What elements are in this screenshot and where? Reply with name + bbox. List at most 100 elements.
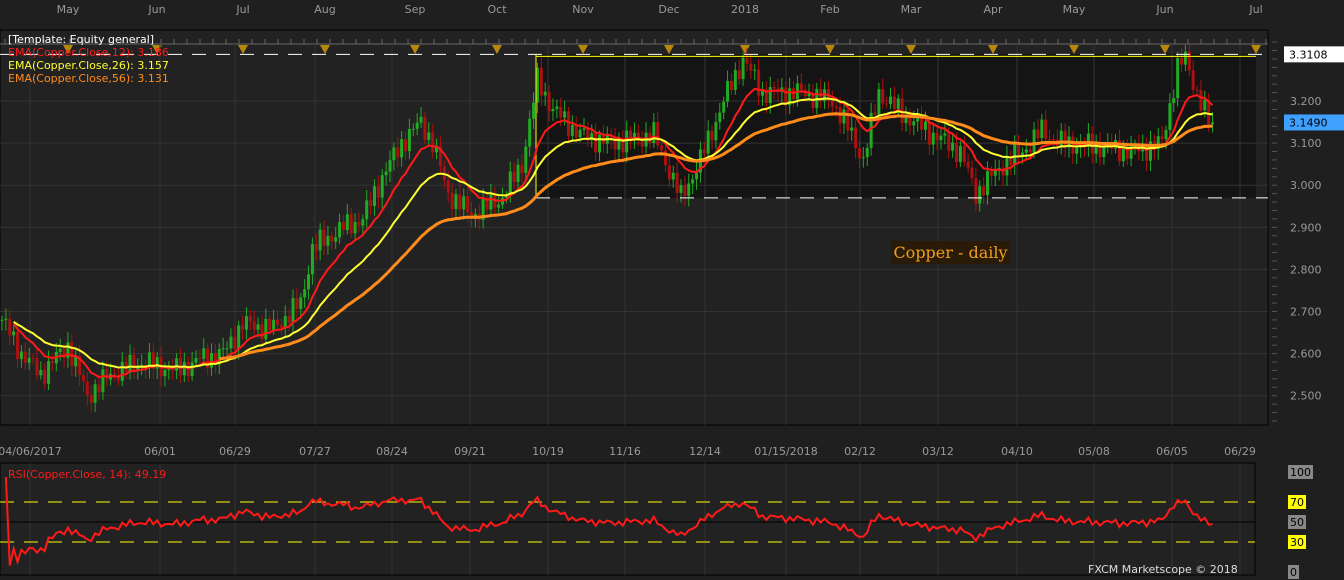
candle-body	[1075, 147, 1079, 154]
candle-body	[718, 112, 722, 123]
legend-ema56[interactable]: EMA(Copper.Close,56): 3.131	[8, 72, 169, 86]
candle-body	[733, 70, 737, 91]
candle-body	[594, 133, 598, 153]
candle-body	[12, 331, 16, 336]
candle-body	[237, 325, 241, 350]
candle-body	[291, 298, 295, 323]
candle-body	[842, 109, 846, 124]
candle-body	[753, 69, 757, 71]
candle-body	[458, 194, 462, 210]
candle-body	[233, 336, 237, 350]
candle-body	[1195, 89, 1199, 91]
candle-body	[466, 196, 470, 213]
legend-ema12[interactable]: EMA(Copper.Close,12): 3.186	[8, 46, 169, 60]
candle-body	[885, 103, 889, 105]
candle-body	[357, 222, 361, 226]
month-label: May	[1063, 3, 1086, 16]
candle-body	[454, 194, 458, 210]
candle-body	[462, 196, 466, 210]
legend-ema26[interactable]: EMA(Copper.Close,26): 3.157	[8, 59, 169, 73]
candle-body	[58, 348, 62, 352]
candle-body	[248, 316, 252, 322]
candle-body	[687, 183, 691, 196]
candle-body	[256, 324, 260, 330]
candle-body	[81, 375, 85, 382]
candle-body	[229, 336, 233, 349]
chart-annotation[interactable]: Copper - daily	[891, 241, 1010, 264]
candle-body	[376, 186, 380, 198]
candle-body	[943, 133, 947, 136]
candle-body	[1028, 149, 1032, 153]
candle-body	[415, 122, 419, 129]
candle-body	[279, 324, 283, 329]
range-box	[536, 54, 1256, 198]
candle-body	[423, 116, 427, 141]
candle-body	[50, 361, 54, 364]
candle-body	[365, 200, 369, 220]
candle-body	[702, 149, 706, 154]
candle-body	[489, 194, 493, 210]
candle-body	[431, 132, 435, 153]
candle-body	[931, 132, 935, 145]
candle-body	[660, 145, 664, 151]
candle-body	[1191, 70, 1195, 90]
legend-rsi[interactable]: RSI(Copper.Close, 14): 49.19	[8, 468, 166, 482]
price-tick-label: 2.600	[1290, 348, 1322, 361]
candle-body	[691, 179, 695, 184]
candle-body	[656, 122, 660, 146]
candle-body	[27, 357, 31, 363]
date-tick-label: 11/16	[609, 445, 641, 458]
candle-body	[326, 235, 330, 246]
candle-body	[93, 384, 97, 403]
candle-body	[128, 354, 132, 373]
candle-body	[563, 111, 567, 118]
candle-body	[497, 204, 501, 208]
candle-body	[512, 171, 516, 183]
date-tick-label: 06/29	[219, 445, 251, 458]
month-label: Dec	[658, 3, 679, 16]
price-tick-label: 2.700	[1290, 306, 1322, 319]
candle-body	[625, 130, 629, 153]
candle-body	[341, 221, 345, 230]
candle-body	[722, 101, 726, 113]
candle-body	[547, 91, 551, 112]
candle-body	[404, 139, 408, 152]
candle-body	[1032, 129, 1036, 153]
month-label: Jul	[1248, 3, 1262, 16]
candle-body	[307, 274, 311, 290]
candle-body	[524, 146, 528, 173]
candle-body	[330, 235, 334, 242]
month-label: 2018	[731, 3, 759, 16]
date-tick-label: 07/27	[299, 445, 331, 458]
candle-body	[39, 370, 43, 376]
candle-body	[923, 121, 927, 130]
candle-body	[982, 186, 986, 196]
candle-body	[877, 89, 881, 115]
candle-body	[303, 289, 307, 298]
candle-body	[31, 357, 35, 359]
date-tick-label: 10/19	[532, 445, 564, 458]
candle-body	[372, 186, 376, 206]
date-tick-label: 06/05	[1156, 445, 1188, 458]
candle-body	[768, 86, 772, 103]
candle-body	[1164, 129, 1168, 140]
candle-body	[951, 142, 955, 151]
candle-body	[1211, 122, 1215, 125]
candle-body	[706, 130, 710, 154]
candle-body	[578, 129, 582, 138]
candle-body	[241, 325, 245, 330]
candle-body	[105, 369, 109, 380]
candle-body	[349, 214, 353, 234]
candle-body	[974, 178, 978, 204]
candle-body	[221, 348, 225, 350]
candle-body	[89, 395, 93, 403]
candle-body	[679, 185, 683, 193]
date-tick-label: 06/29	[1224, 445, 1256, 458]
candle-body	[532, 102, 536, 119]
candle-body	[314, 244, 318, 251]
candle-body	[400, 139, 404, 158]
candle-body	[427, 132, 431, 141]
candle-body	[1048, 138, 1052, 140]
date-tick-label: 09/21	[454, 445, 486, 458]
candle-body	[958, 145, 962, 162]
